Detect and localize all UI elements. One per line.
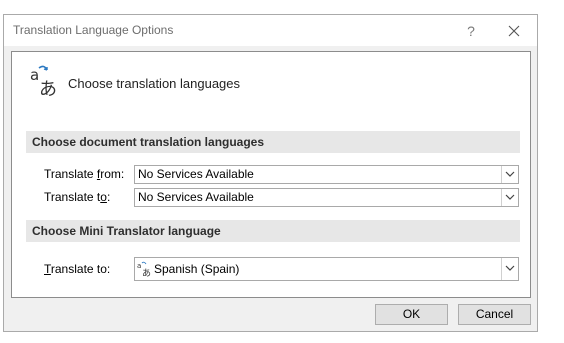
translate-to-dropdown-button[interactable] xyxy=(501,189,518,206)
chevron-down-icon xyxy=(505,265,515,271)
svg-text:a: a xyxy=(30,66,39,84)
chevron-down-icon xyxy=(505,194,515,200)
translate-to-value: No Services Available xyxy=(138,190,254,204)
translate-icon: a あ xyxy=(137,261,151,277)
translate-to-dropdown[interactable]: No Services Available xyxy=(134,188,519,207)
translate-from-dropdown[interactable]: No Services Available xyxy=(134,165,519,184)
translate-icon: a あ xyxy=(30,65,57,98)
chevron-down-icon xyxy=(505,171,515,177)
mini-translate-to-dropdown[interactable]: a あ Spanish (Spain) xyxy=(134,257,519,281)
translate-from-value: No Services Available xyxy=(138,167,254,181)
mini-translate-to-dropdown-button[interactable] xyxy=(501,258,518,280)
window-title: Translation Language Options xyxy=(13,23,174,37)
help-button[interactable]: ? xyxy=(456,18,486,44)
translate-from-label: Translate from: xyxy=(44,167,125,181)
mini-translate-to-label: Translate to: xyxy=(44,262,111,276)
cancel-button[interactable]: Cancel xyxy=(458,304,531,325)
close-button[interactable] xyxy=(499,18,529,44)
mini-translate-to-value: Spanish (Spain) xyxy=(154,262,240,276)
header-title: Choose translation languages xyxy=(68,76,241,91)
translation-options-dialog: Translation Language Options ? a あ Choos… xyxy=(3,14,538,332)
svg-text:a: a xyxy=(137,262,141,270)
translate-to-label: Translate to: xyxy=(44,190,111,204)
options-panel: a あ Choose translation languages Choose … xyxy=(11,51,531,298)
ok-button[interactable]: OK xyxy=(375,304,448,325)
title-bar: Translation Language Options ? xyxy=(4,15,537,46)
doc-languages-section-header: Choose document translation languages xyxy=(26,131,520,153)
svg-text:あ: あ xyxy=(39,79,57,98)
svg-text:あ: あ xyxy=(142,268,151,277)
mini-translator-section-header: Choose Mini Translator language xyxy=(26,220,520,242)
close-icon xyxy=(508,25,520,37)
translate-from-dropdown-button[interactable] xyxy=(501,166,518,183)
